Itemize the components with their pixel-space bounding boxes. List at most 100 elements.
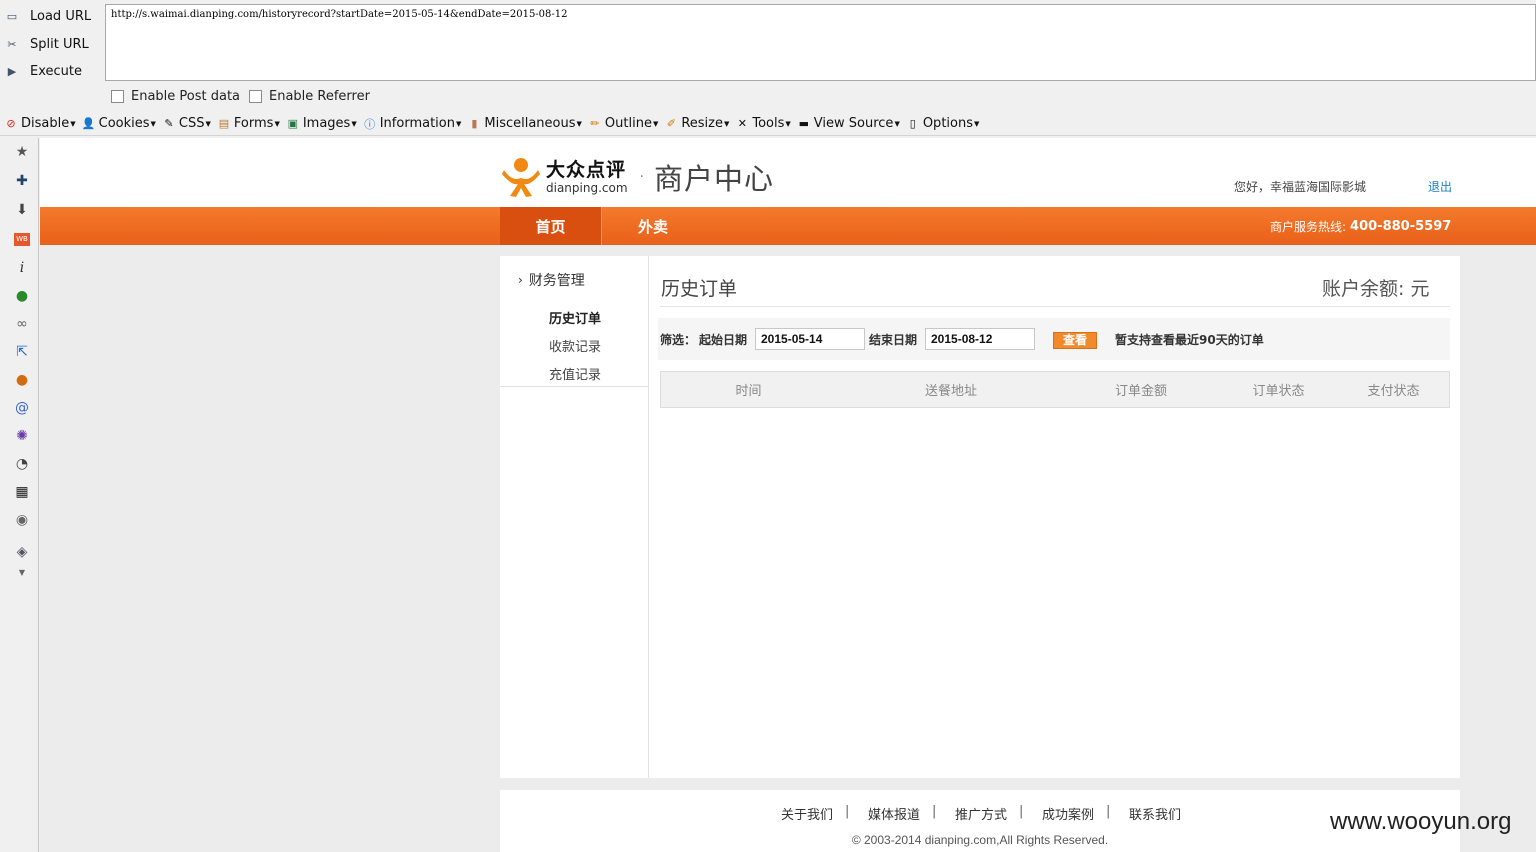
watermark: www.wooyun.org xyxy=(1330,808,1512,835)
bug-icon[interactable]: ✺ xyxy=(12,426,32,446)
wd-options-menu[interactable]: ▯ Options ▼ xyxy=(906,116,980,131)
addon-puzzle-icon[interactable]: ✚ xyxy=(12,171,32,191)
bookmark-star-icon[interactable]: ★ xyxy=(12,142,32,162)
main-nav: 首页 外卖 商户服务热线: 400-880-5597 xyxy=(40,207,1536,245)
enable-post-label: Enable Post data xyxy=(131,89,241,104)
query-button[interactable]: 查看 xyxy=(1053,332,1097,349)
hotline: 商户服务热线: 400-880-5597 xyxy=(1270,218,1451,235)
wd-css-menu[interactable]: ✎ CSS ▼ xyxy=(162,116,211,131)
cursor-select-icon[interactable]: ⇱ xyxy=(12,342,32,362)
footer-link-cases[interactable]: 成功案例 xyxy=(1042,804,1094,823)
info-i-icon[interactable]: i xyxy=(12,258,32,278)
wd-forms-menu[interactable]: ▤ Forms ▼ xyxy=(217,116,280,131)
wd-label: Information xyxy=(379,116,455,131)
dianping-person-logo-icon xyxy=(502,158,540,197)
web-developer-toolbar: ⊘ Disable ▼ 👤 Cookies ▼ ✎ CSS ▼ ▤ Forms ▼ ▣ Image… xyxy=(0,112,1536,136)
left-menu: › 财务管理 历史订单 收款记录 充值记录 xyxy=(500,256,649,778)
wd-resize-menu[interactable]: ✐ Resize ▼ xyxy=(664,116,730,131)
dropdown-arrow-icon: ▼ xyxy=(351,119,357,128)
footer-separator: | xyxy=(1106,804,1111,819)
chevron-right-icon: › xyxy=(518,273,523,287)
play-icon: ▶ xyxy=(7,64,17,78)
column-header-time: 时间 xyxy=(735,384,762,399)
wd-cookies-menu[interactable]: 👤 Cookies ▼ xyxy=(82,116,156,131)
dropdown-arrow-icon: ▼ xyxy=(70,119,76,128)
main-panel: › 财务管理 历史订单 收款记录 充值记录 历史订单 账户余额: 元 筛选： 起… xyxy=(500,256,1460,778)
wd-label: Resize xyxy=(681,116,723,131)
orange-circle-icon[interactable]: ● xyxy=(12,370,32,390)
nav-tab-takeout[interactable]: 外卖 xyxy=(602,207,704,245)
split-url-label: Split URL xyxy=(30,36,89,52)
execute-label: Execute xyxy=(30,63,82,79)
enable-referrer-checkbox[interactable]: Enable Referrer xyxy=(249,89,370,104)
dropdown-arrow-icon: ▼ xyxy=(455,119,462,128)
column-header-amount: 订单金额 xyxy=(1114,384,1167,399)
disable-icon: ⊘ xyxy=(6,117,16,130)
logo-cn: 大众点评 xyxy=(546,159,627,181)
footer-separator: | xyxy=(1019,804,1024,819)
dropdown-arrow-icon: ▼ xyxy=(150,119,156,128)
green-circle-icon[interactable]: ● xyxy=(12,286,32,306)
execute-button[interactable]: ▶ Execute xyxy=(4,59,100,83)
range-notice: 暂支持查看最近90天的订单 xyxy=(1115,333,1264,347)
addon-sidebar: ★ ✚ ⬇ WB i ● ∞ ⇱ ● @ ✺ ◔ ▦ ◉ ◈ ▼ xyxy=(6,138,39,852)
monitor-icon: ▬ xyxy=(798,117,809,130)
palette-icon[interactable]: ◔ xyxy=(12,454,32,474)
wd-view-source-menu[interactable]: ▬ View Source ▼ xyxy=(797,116,900,131)
spiral-icon[interactable]: @ xyxy=(12,398,32,418)
menu-divider xyxy=(500,386,649,387)
load-url-button[interactable]: ▭ Load URL xyxy=(4,4,100,28)
footer-separator: | xyxy=(932,804,937,819)
end-date-label: 结束日期 xyxy=(869,333,918,347)
wd-images-menu[interactable]: ▣ Images ▼ xyxy=(286,116,357,131)
footer-link-promotion[interactable]: 推广方式 xyxy=(955,804,1007,823)
wrench-icon: ✕ xyxy=(737,117,747,130)
nav-tab-home[interactable]: 首页 xyxy=(500,207,602,245)
split-url-button[interactable]: ✂ Split URL xyxy=(4,32,100,56)
site-header: 大众点评 dianping.com · 商户中心 您好，幸福蓝海国际影城 退出 xyxy=(40,138,1536,207)
wd-label: Tools xyxy=(752,116,785,131)
grid-icon[interactable]: ▦ xyxy=(12,482,32,502)
wd-tools-menu[interactable]: ✕ Tools ▼ xyxy=(735,116,791,131)
dropdown-arrow-icon: ▼ xyxy=(894,119,900,128)
footer-link-media[interactable]: 媒体报道 xyxy=(868,804,920,823)
start-date-input[interactable] xyxy=(755,328,865,350)
footer-link-contact[interactable]: 联系我们 xyxy=(1129,804,1181,823)
person-icon: 👤 xyxy=(81,117,96,130)
chevron-down-icon[interactable]: ▼ xyxy=(12,562,32,582)
menu-section-finance[interactable]: › 财务管理 xyxy=(518,270,585,290)
logout-link[interactable]: 退出 xyxy=(1428,178,1452,195)
dianping-logo[interactable]: 大众点评 dianping.com · 商户中心 xyxy=(500,156,774,198)
image-icon: ▣ xyxy=(287,117,299,130)
wd-outline-menu[interactable]: ✏ Outline ▼ xyxy=(588,116,658,131)
wd-miscellaneous-menu[interactable]: ▮ Miscellaneous ▼ xyxy=(467,116,582,131)
wand-icon: ✎ xyxy=(164,117,174,130)
copyright: © 2003-2014 dianping.com,All Rights Rese… xyxy=(851,833,1109,847)
globe-icon[interactable]: ◉ xyxy=(12,510,32,530)
end-date-input[interactable] xyxy=(925,328,1035,350)
tag-icon[interactable]: ◈ xyxy=(12,542,32,562)
url-textarea[interactable]: http://s.waimai.dianping.com/historyreco… xyxy=(105,4,1536,81)
wd-label: CSS xyxy=(178,116,205,131)
menu-item-history-orders[interactable]: 历史订单 xyxy=(549,308,601,327)
menu-item-recharge-records[interactable]: 充值记录 xyxy=(549,364,601,383)
orders-table-header: 时间 送餐地址 订单金额 订单状态 支付状态 xyxy=(660,371,1450,408)
checkbox-box[interactable] xyxy=(111,90,124,103)
logo-text: 大众点评 dianping.com xyxy=(546,159,628,195)
content-title: 历史订单 xyxy=(661,278,738,300)
dropdown-arrow-icon: ▼ xyxy=(974,119,980,128)
wd-information-menu[interactable]: ⓘ Information ▼ xyxy=(363,116,462,131)
menu-item-payment-records[interactable]: 收款记录 xyxy=(549,336,601,355)
checkbox-box[interactable] xyxy=(249,90,262,103)
dropdown-arrow-icon: ▼ xyxy=(785,119,791,128)
glasses-icon[interactable]: ∞ xyxy=(12,314,32,334)
wd-disable-menu[interactable]: ⊘ Disable ▼ xyxy=(4,116,76,131)
column-header-payment-status: 支付状态 xyxy=(1367,384,1420,399)
logo-dot: · xyxy=(639,169,644,185)
download-arrow-icon[interactable]: ⬇ xyxy=(12,200,32,220)
footer-link-about[interactable]: 关于我们 xyxy=(781,804,833,823)
menu-section-label: 财务管理 xyxy=(528,273,585,289)
weibo-icon[interactable]: WB xyxy=(12,229,32,249)
enable-post-checkbox[interactable]: Enable Post data xyxy=(111,89,240,104)
wd-label: View Source xyxy=(813,116,894,131)
